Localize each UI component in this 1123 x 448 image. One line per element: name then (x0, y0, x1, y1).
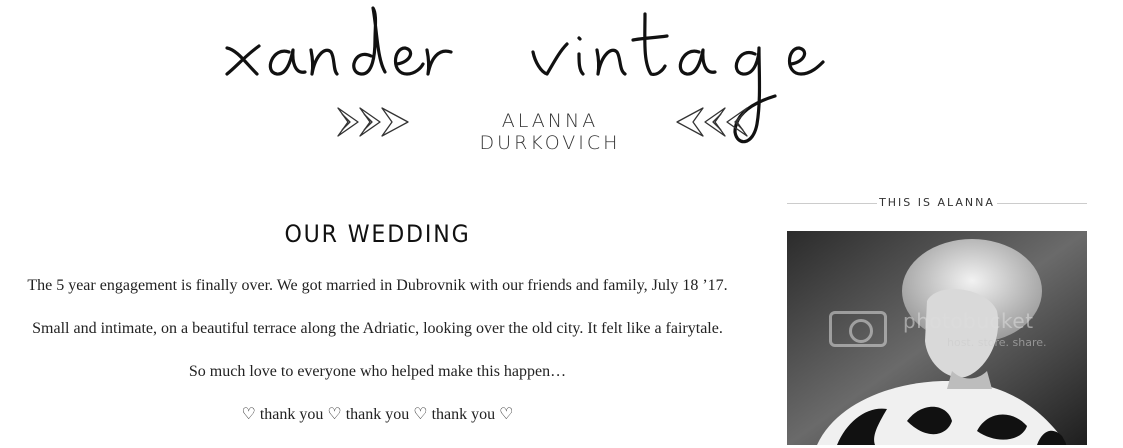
subtitle-row: ALANNA DURKOVICH (330, 100, 770, 154)
post-content: OUR WEDDING The 5 year engagement is fin… (0, 210, 755, 448)
profile-photo[interactable]: photobucket host. store. share. (787, 231, 1087, 445)
arrow-feather-left-icon (337, 107, 409, 137)
heading-divider (997, 203, 1087, 204)
sidebar: THIS IS ALANNA photobucket host. store. … (787, 190, 1087, 445)
post-paragraph: ♡ thank you ♡ thank you ♡ thank you ♡ (241, 406, 514, 423)
watermark-subtext: host. store. share. (947, 336, 1047, 349)
heading-divider (787, 203, 877, 204)
post-paragraph: So much love to everyone who helped make… (188, 363, 567, 380)
site-subtitle: ALANNA DURKOVICH (479, 110, 621, 154)
photobucket-watermark: photobucket host. store. share. (829, 309, 1049, 349)
site-header: ALANNA DURKOVICH (0, 0, 1123, 165)
widget-title: THIS IS ALANNA (879, 196, 995, 209)
widget-heading: THIS IS ALANNA (787, 190, 1087, 216)
post-paragraph: Small and intimate, on a beautiful terra… (32, 320, 723, 337)
camera-icon (829, 311, 887, 347)
arrow-feather-right-icon (676, 107, 748, 137)
watermark-text: photobucket (903, 309, 1034, 333)
post-paragraph: The 5 year engagement is finally over. W… (27, 277, 728, 294)
post-title[interactable]: OUR WEDDING (30, 220, 725, 248)
